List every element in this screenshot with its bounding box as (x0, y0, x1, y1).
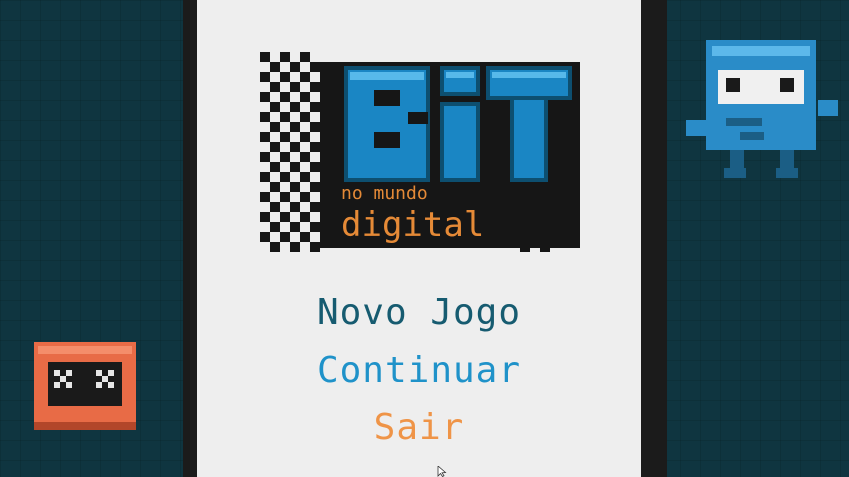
logo-bit-letters (344, 66, 572, 182)
blue-robot-icon (686, 40, 838, 178)
exit-button[interactable]: Sair (197, 407, 641, 448)
continue-button[interactable]: Continuar (197, 350, 641, 391)
logo-subtitle-small: no mundo (341, 183, 428, 204)
mouse-cursor-icon (437, 466, 447, 477)
logo-subtitle-big: digital (341, 205, 485, 245)
new-game-button[interactable]: Novo Jogo (197, 292, 641, 333)
orange-robot-icon (34, 342, 136, 430)
